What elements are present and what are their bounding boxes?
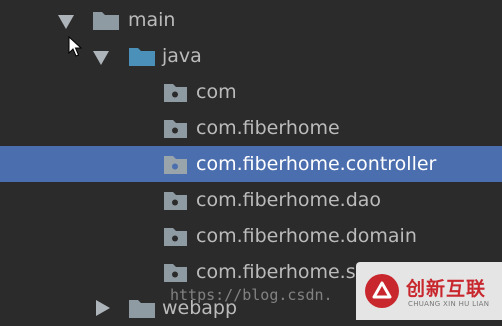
watermark-logo: 创新互联 CHUANG XIN HU LIAN [356, 262, 502, 320]
tree-item-label: com [196, 81, 237, 103]
tree-item-package[interactable]: com.fiberhome [0, 110, 502, 146]
tree-item-package[interactable]: com [0, 74, 502, 110]
tree-item-label: com.fiberhome.controller [196, 153, 437, 175]
expand-arrow-icon[interactable] [93, 51, 109, 65]
tree-item-main[interactable]: main [0, 2, 502, 38]
tree-item-package[interactable]: com.fiberhome.domain [0, 218, 502, 254]
tree-item-label: com.fiberhome.domain [196, 225, 417, 247]
logo-text-cn: 创新互联 [406, 278, 487, 300]
package-icon [164, 192, 187, 210]
package-icon [164, 264, 187, 282]
source-folder-icon [129, 48, 155, 66]
tree-item-label: com.fiberhome.s [196, 261, 356, 283]
package-icon [164, 228, 187, 246]
logo-mark-icon [365, 274, 399, 308]
folder-icon [93, 12, 119, 30]
tree-item-label: main [128, 9, 176, 31]
tree-item-package[interactable]: com.fiberhome.dao [0, 182, 502, 218]
tree-item-package-selected[interactable]: com.fiberhome.controller [0, 146, 502, 182]
package-icon [164, 156, 187, 174]
watermark-url: https://blog.csdn. [170, 286, 333, 304]
package-icon [164, 84, 187, 102]
tree-item-label: com.fiberhome [196, 117, 340, 139]
package-icon [164, 120, 187, 138]
logo-text-en: CHUANG XIN HU LIAN [408, 300, 490, 308]
tree-item-label: com.fiberhome.dao [196, 189, 382, 211]
expand-arrow-icon[interactable] [58, 15, 74, 29]
tree-item-java[interactable]: java [0, 38, 502, 74]
folder-icon [129, 300, 155, 318]
collapse-arrow-icon[interactable] [96, 300, 110, 316]
project-tree: main java com com.fiberhome com.fiberhom… [0, 0, 502, 320]
tree-item-label: java [162, 45, 202, 67]
